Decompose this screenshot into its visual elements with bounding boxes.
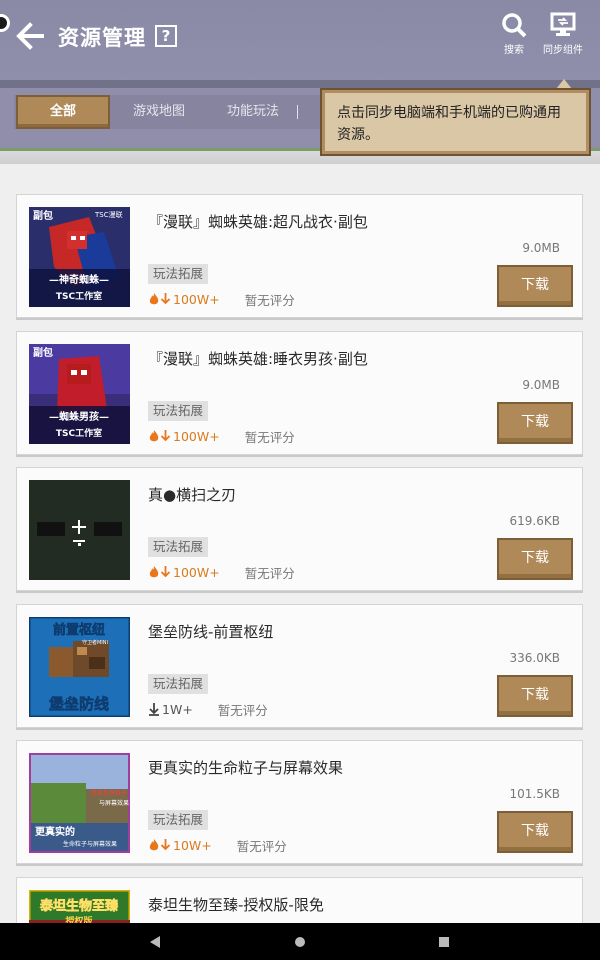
resource-thumbnail: 副包 —蜘蛛男孩— TSC工作室: [29, 344, 130, 444]
resource-title: 『漫联』蜘蛛英雄:睡衣男孩·副包: [148, 350, 368, 368]
resource-stats: 100W+ 暂无评分: [148, 563, 295, 581]
resource-tag: 玩法拓展: [148, 401, 209, 421]
thumb-brand-text: 守卫者MINI: [82, 639, 108, 646]
resource-stats: 100W+ 暂无评分: [148, 427, 295, 445]
header-divider: [0, 80, 600, 88]
thumb-mid-text: —神奇蜘蛛—: [49, 273, 109, 286]
download-arrow-icon: [160, 839, 171, 851]
sync-button[interactable]: 同步组件: [533, 10, 593, 60]
triangle-back-icon: [150, 936, 160, 948]
resource-stats: 100W+ 暂无评分: [148, 290, 295, 308]
nav-home-button[interactable]: [290, 933, 310, 951]
resource-title: 堡垒防线-前置枢纽: [148, 623, 274, 641]
sync-tooltip-text: 点击同步电脑端和手机端的已购通用资源。: [325, 93, 586, 151]
download-count: 100W+: [173, 564, 220, 580]
thumb-tag-text: 副包: [33, 346, 53, 359]
resource-tag: 玩法拓展: [148, 674, 209, 694]
rating-text: 暂无评分: [244, 429, 295, 445]
resource-title: 真●横扫之刃: [148, 486, 237, 504]
nav-recents-button[interactable]: [434, 933, 454, 951]
system-nav-bar: [0, 923, 600, 960]
resource-size: 9.0MB: [522, 241, 560, 255]
thumb-line3-text: 更真实的: [35, 825, 75, 838]
sync-tooltip[interactable]: 点击同步电脑端和手机端的已购通用资源。: [320, 88, 591, 156]
download-count: 10W+: [173, 837, 212, 853]
resource-size: 619.6KB: [509, 514, 560, 528]
camera-cutout: [0, 14, 10, 32]
resource-card[interactable]: 受击生命粒子 与屏幕效果 更真实的 生命粒子与屏幕效果 更真实的生命粒子与屏幕效…: [16, 740, 583, 864]
download-button[interactable]: 下载: [497, 402, 573, 444]
resource-stats: 10W+ 暂无评分: [148, 836, 287, 854]
resource-title: 泰坦生物至臻-授权版-限免: [148, 896, 324, 914]
tab-divider: [297, 105, 298, 119]
nav-back-button[interactable]: [146, 933, 166, 951]
search-icon: [502, 13, 527, 38]
help-icon[interactable]: ?: [155, 25, 177, 47]
thumb-line1-text: 受击生命粒子: [91, 789, 127, 797]
resource-title: 『漫联』蜘蛛英雄:超凡战衣·副包: [148, 213, 368, 231]
resource-card[interactable]: 前置枢纽 守卫者MINI 堡垒防线 堡垒防线-前置枢纽 336.0KB 玩法拓展…: [16, 604, 583, 728]
resource-thumbnail: 受击生命粒子 与屏幕效果 更真实的 生命粒子与屏幕效果: [29, 753, 130, 853]
circle-home-icon: [295, 937, 305, 947]
thumb-title-text: 泰坦生物至臻: [39, 898, 119, 914]
back-button[interactable]: [14, 20, 48, 52]
thumb-bottom-text: 堡垒防线: [49, 695, 109, 713]
resource-size: 336.0KB: [509, 651, 560, 665]
back-arrow-icon: [16, 22, 44, 50]
resource-card[interactable]: 真●横扫之刃 619.6KB 玩法拓展 100W+ 暂无评分 下载: [16, 467, 583, 591]
hot-flame-icon: [149, 566, 159, 578]
rating-text: 暂无评分: [236, 838, 287, 854]
resource-thumbnail: 前置枢纽 守卫者MINI 堡垒防线: [29, 617, 130, 717]
page-title: 资源管理: [58, 26, 146, 50]
sync-monitor-icon: [550, 12, 576, 36]
resource-thumbnail: 副包 TSC漫联 —神奇蜘蛛— TSC工作室: [29, 207, 130, 307]
tab-gameplay[interactable]: 功能玩法: [210, 95, 296, 129]
hot-flame-icon: [149, 293, 159, 305]
thumb-line4-text: 生命粒子与屏幕效果: [63, 840, 117, 848]
download-arrow-icon: [160, 293, 171, 305]
rating-text: 暂无评分: [244, 565, 295, 581]
hot-flame-icon: [149, 839, 159, 851]
resource-tag: 玩法拓展: [148, 810, 209, 830]
thumb-bottom-text: TSC工作室: [56, 290, 102, 302]
resource-title: 更真实的生命粒子与屏幕效果: [148, 759, 344, 777]
download-arrow-icon: [149, 703, 159, 716]
download-count: 100W+: [173, 428, 220, 444]
sync-label: 同步组件: [543, 45, 583, 56]
resource-card[interactable]: 副包 TSC漫联 —神奇蜘蛛— TSC工作室 『漫联』蜘蛛英雄:超凡战衣·副包 …: [16, 194, 583, 318]
resource-tag: 玩法拓展: [148, 264, 209, 284]
tab-all[interactable]: 全部: [16, 95, 110, 129]
download-arrow-icon: [160, 430, 171, 442]
square-recents-icon: [439, 937, 449, 947]
tab-game-maps[interactable]: 游戏地图: [116, 95, 202, 129]
rating-text: 暂无评分: [217, 702, 268, 718]
top-bar: 资源管理 ? 搜索 同步组件: [0, 0, 600, 80]
download-arrow-icon: [160, 566, 171, 578]
thumb-bottom-text: TSC工作室: [56, 427, 102, 439]
download-button[interactable]: 下载: [497, 538, 573, 580]
resource-thumbnail: [29, 480, 130, 580]
download-button[interactable]: 下载: [497, 265, 573, 307]
download-button[interactable]: 下载: [497, 675, 573, 717]
thumb-title-text: 前置枢纽: [53, 622, 105, 638]
resource-stats: 1W+ 暂无评分: [148, 700, 268, 718]
hot-flame-icon: [149, 430, 159, 442]
download-count: 1W+: [162, 701, 193, 717]
thumb-tag-text: 副包: [33, 209, 53, 222]
resource-size: 9.0MB: [522, 378, 560, 392]
download-button[interactable]: 下载: [497, 811, 573, 853]
thumb-mid-text: —蜘蛛男孩—: [49, 410, 109, 423]
resource-size: 101.5KB: [509, 787, 560, 801]
thumb-line2-text: 与屏幕效果: [99, 799, 129, 807]
resource-card[interactable]: 副包 —蜘蛛男孩— TSC工作室 『漫联』蜘蛛英雄:睡衣男孩·副包 9.0MB …: [16, 331, 583, 455]
resource-tag: 玩法拓展: [148, 537, 209, 557]
thumb-brand-text: TSC漫联: [94, 210, 123, 219]
rating-text: 暂无评分: [244, 292, 295, 308]
download-count: 100W+: [173, 291, 220, 307]
